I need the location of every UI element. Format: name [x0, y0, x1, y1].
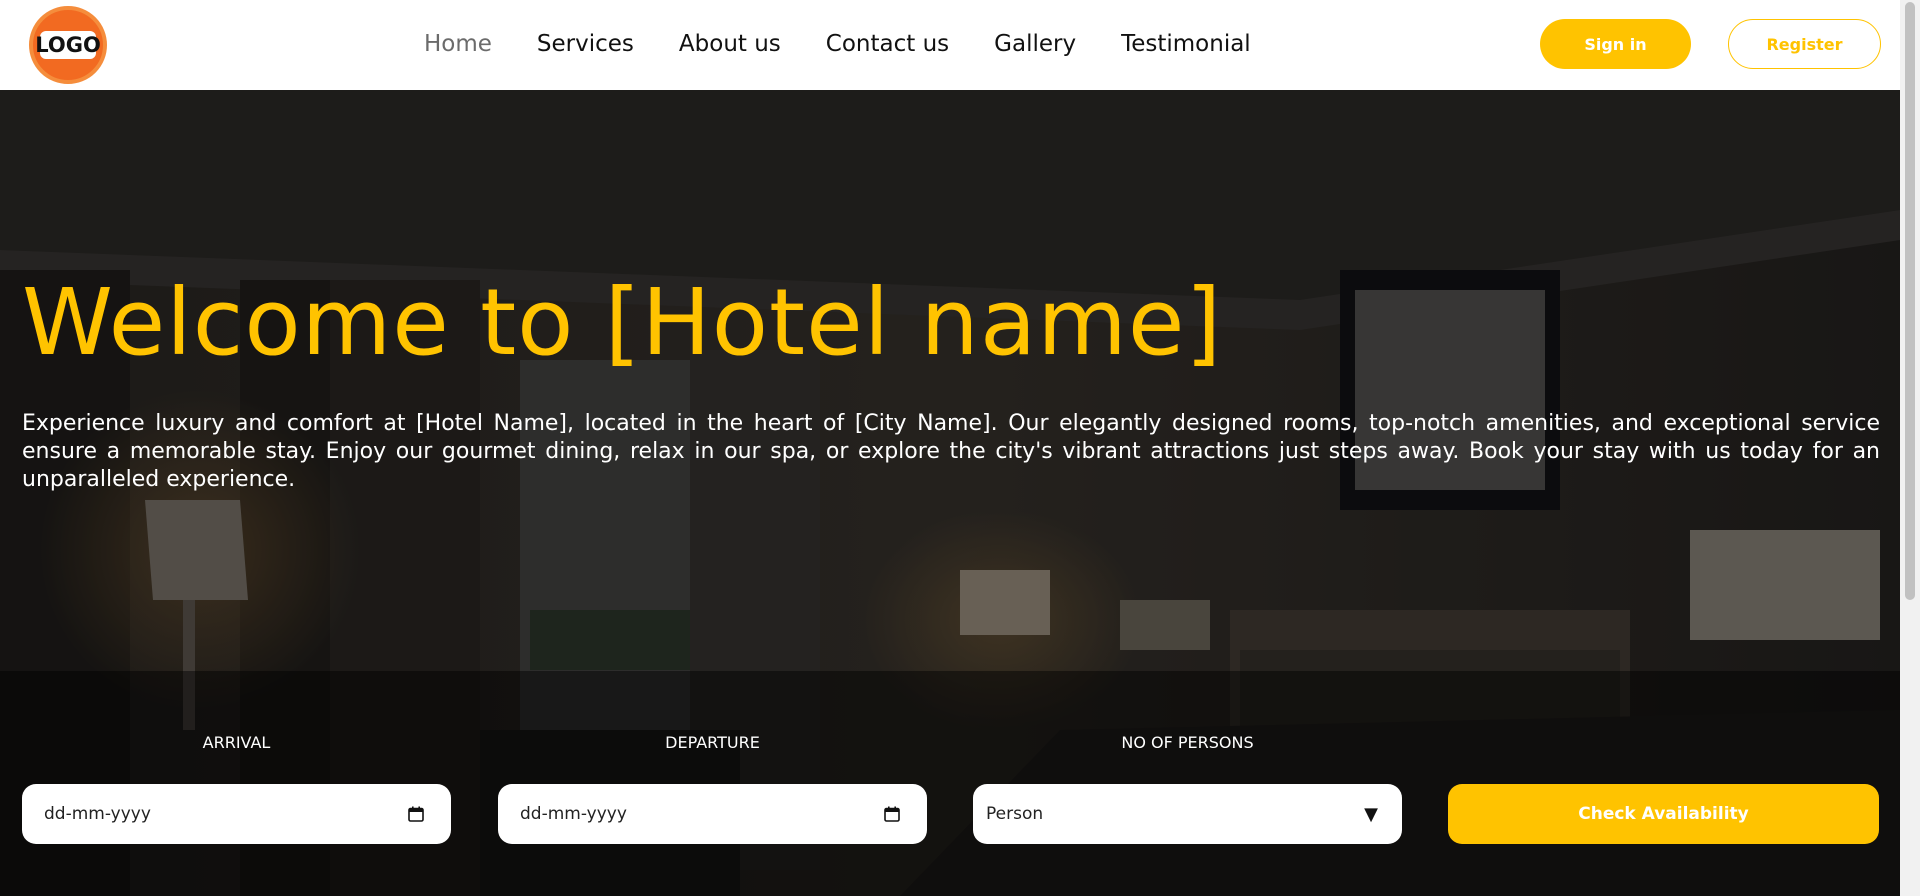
persons-label: NO OF PERSONS [1121, 733, 1254, 752]
departure-label: DEPARTURE [665, 733, 760, 752]
booking-bar: ARRIVAL dd-mm-yyyy DEPARTURE dd-mm-yyyy [0, 671, 1900, 896]
nav-link-home[interactable]: Home [424, 27, 492, 61]
arrival-label: ARRIVAL [202, 733, 271, 752]
hero-title: Welcome to [Hotel name] [22, 269, 1223, 376]
departure-date-value: dd-mm-yyyy [520, 804, 627, 824]
logo-text: LOGO [35, 31, 101, 59]
departure-date-input[interactable]: dd-mm-yyyy [498, 784, 927, 844]
page-scrollbar[interactable] [1900, 0, 1920, 896]
nav-link-services[interactable]: Services [537, 27, 634, 61]
hero-section: Welcome to [Hotel name] Experience luxur… [0, 90, 1900, 896]
sign-in-button[interactable]: Sign in [1540, 19, 1691, 69]
hero-description: Experience luxury and comfort at [Hotel … [22, 411, 1880, 492]
arrival-date-input[interactable]: dd-mm-yyyy [22, 784, 451, 844]
scrollbar-thumb[interactable] [1905, 2, 1915, 600]
arrival-date-value: dd-mm-yyyy [44, 804, 151, 824]
nav-links: Home Services About us Contact us Galler… [424, 27, 1296, 61]
nav-link-gallery[interactable]: Gallery [994, 27, 1076, 61]
persons-select[interactable]: Person ▼ [973, 784, 1402, 844]
logo[interactable]: LOGO [29, 6, 107, 84]
caret-down-icon: ▼ [1364, 803, 1378, 825]
calendar-icon[interactable] [883, 805, 901, 823]
persons-value: Person [986, 804, 1044, 824]
nav-link-testimonial[interactable]: Testimonial [1121, 27, 1251, 61]
calendar-icon[interactable] [407, 805, 425, 823]
navbar: LOGO Home Services About us Contact us G… [0, 0, 1900, 90]
register-button[interactable]: Register [1728, 19, 1881, 69]
nav-link-about-us[interactable]: About us [679, 27, 781, 61]
nav-link-contact-us[interactable]: Contact us [826, 27, 949, 61]
check-availability-button[interactable]: Check Availability [1448, 784, 1879, 844]
